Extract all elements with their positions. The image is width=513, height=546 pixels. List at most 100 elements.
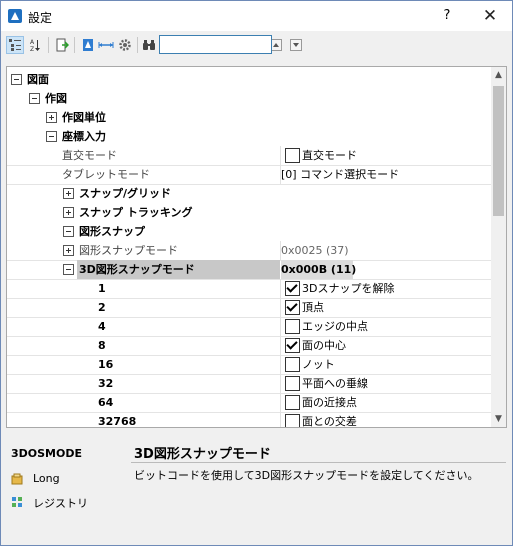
- bit-label: ノット: [302, 358, 335, 371]
- variable-name: 3DOSMODE: [11, 447, 83, 460]
- property-value: 直交モード: [302, 149, 357, 162]
- property-name: 3D図形スナップモード: [79, 263, 195, 276]
- bit-label: 面との交差: [302, 415, 357, 428]
- bit-checkbox[interactable]: [285, 338, 300, 353]
- property-name: 直交モード: [62, 149, 117, 162]
- bit-row[interactable]: 4 エッジの中点: [7, 317, 491, 337]
- bit-row[interactable]: 2 頂点: [7, 298, 491, 318]
- bit-code: 32768: [98, 415, 137, 428]
- bit-row[interactable]: 64 面の近接点: [7, 393, 491, 413]
- scroll-up-icon[interactable]: ▲: [491, 67, 506, 83]
- bit-row[interactable]: 1 3Dスナップを解除: [7, 279, 491, 299]
- export-button[interactable]: [53, 36, 71, 54]
- alphabetical-icon: A Z: [30, 39, 40, 52]
- property-row-3dosmode[interactable]: 3D図形スナップモード 0x000B (11): [7, 260, 491, 280]
- search-input[interactable]: [159, 35, 272, 54]
- tree-node-label: スナップ トラッキング: [79, 206, 193, 219]
- bit-code: 2: [98, 301, 106, 314]
- bit-checkbox[interactable]: [285, 414, 300, 427]
- expand-icon[interactable]: [63, 207, 74, 218]
- location-label: レジストリ: [33, 497, 88, 510]
- collapse-icon[interactable]: [29, 93, 40, 104]
- bit-code: 1: [98, 282, 106, 295]
- tablet-mode-select[interactable]: [0] コマンド選択モード: [281, 165, 399, 184]
- categorized-view-button[interactable]: [6, 36, 24, 54]
- bit-code: 8: [98, 339, 106, 352]
- expand-icon[interactable]: [46, 112, 57, 123]
- tree-node-snap-grid[interactable]: スナップ/グリッド: [7, 184, 491, 203]
- program-options-button[interactable]: [116, 36, 134, 54]
- tree-node-draw[interactable]: 作図: [7, 89, 491, 108]
- bit-checkbox[interactable]: [285, 357, 300, 372]
- bit-label: 頂点: [302, 301, 324, 314]
- bit-checkbox[interactable]: [285, 281, 300, 296]
- binoculars-icon: [143, 40, 155, 50]
- settings-dialog: 設定 ? ✕ A Z 図面 作図 作図単位 座標入力 直交モード 直交モード タ…: [0, 0, 513, 546]
- bit-label: 3Dスナップを解除: [302, 282, 395, 295]
- settings-tree: 図面 作図 作図単位 座標入力 直交モード 直交モード タブレットモード [0]…: [6, 66, 507, 428]
- tree-node-label: 図面: [27, 73, 49, 86]
- property-value: 0x0025 (37): [281, 244, 349, 257]
- collapse-icon[interactable]: [46, 131, 57, 142]
- collapse-icon[interactable]: [11, 74, 22, 85]
- svg-text:A: A: [30, 39, 35, 46]
- bit-row[interactable]: 8 面の中心: [7, 336, 491, 356]
- bit-checkbox[interactable]: [285, 395, 300, 410]
- description-title: 3D図形スナップモード: [134, 447, 271, 462]
- bit-checkbox[interactable]: [285, 319, 300, 334]
- drawing-settings-button[interactable]: [79, 36, 97, 54]
- arrow-down-icon: [290, 39, 302, 51]
- bit-label: 面の近接点: [302, 396, 357, 409]
- property-row-osmode[interactable]: 図形スナップモード 0x0025 (37): [7, 241, 491, 261]
- property-row-tablet[interactable]: タブレットモード [0] コマンド選択モード: [7, 165, 491, 185]
- scroll-thumb[interactable]: [493, 86, 504, 216]
- tree-node-drawing[interactable]: 図面: [7, 70, 491, 89]
- window-title: 設定: [28, 11, 53, 25]
- tree-node-osnap[interactable]: 図形スナップ: [7, 222, 491, 241]
- tree-node-label: 作図単位: [62, 111, 106, 124]
- app-logo-icon: [8, 9, 22, 23]
- bit-row[interactable]: 32768 面との交差: [7, 412, 491, 428]
- export-icon: [56, 38, 69, 52]
- expand-icon[interactable]: [63, 188, 74, 199]
- bit-checkbox[interactable]: [285, 300, 300, 315]
- bit-label: 平面への垂線: [302, 377, 368, 390]
- categorized-icon: [9, 39, 21, 51]
- description-divider: [131, 462, 506, 463]
- tree-node-label: 図形スナップ: [79, 225, 145, 238]
- find-button[interactable]: [140, 36, 158, 54]
- dimension-settings-button[interactable]: [97, 36, 115, 54]
- type-label: Long: [33, 472, 60, 485]
- description-text: ビットコードを使用して3D図形スナップモードを設定してください。: [134, 469, 479, 482]
- collapse-icon[interactable]: [63, 264, 74, 275]
- ortho-checkbox[interactable]: [285, 148, 300, 163]
- bit-code: 16: [98, 358, 114, 371]
- gear-icon: [119, 39, 131, 51]
- collapse-icon[interactable]: [63, 226, 74, 237]
- dimension-icon: [98, 42, 114, 48]
- alphabetical-view-button[interactable]: A Z: [27, 36, 45, 54]
- bit-code: 32: [98, 377, 114, 390]
- bit-row[interactable]: 32 平面への垂線: [7, 374, 491, 394]
- tree-node-coord[interactable]: 座標入力: [7, 127, 491, 146]
- tree-node-label: スナップ/グリッド: [79, 187, 172, 200]
- title-bar: 設定 ? ✕: [1, 1, 512, 31]
- help-button[interactable]: ?: [433, 4, 461, 28]
- registry-icon: [12, 497, 22, 507]
- bit-checkbox[interactable]: [285, 376, 300, 391]
- close-button[interactable]: ✕: [476, 4, 504, 28]
- bit-label: エッジの中点: [302, 320, 368, 333]
- svg-text:Z: Z: [30, 46, 34, 52]
- tree-node-units[interactable]: 作図単位: [7, 108, 491, 127]
- property-row-ortho[interactable]: 直交モード 直交モード: [7, 146, 491, 166]
- tree-node-label: 作図: [45, 92, 67, 105]
- expand-icon[interactable]: [63, 245, 74, 256]
- tree-scrollbar[interactable]: ▲ ▼: [491, 67, 506, 427]
- tree-node-snap-tracking[interactable]: スナップ トラッキング: [7, 203, 491, 222]
- property-value: 0x000B (11): [281, 263, 357, 276]
- drawing-icon: [83, 39, 93, 51]
- scroll-down-icon[interactable]: ▼: [491, 411, 506, 427]
- bit-row[interactable]: 16 ノット: [7, 355, 491, 375]
- find-next-button[interactable]: [287, 36, 305, 54]
- property-name: 図形スナップモード: [79, 244, 178, 257]
